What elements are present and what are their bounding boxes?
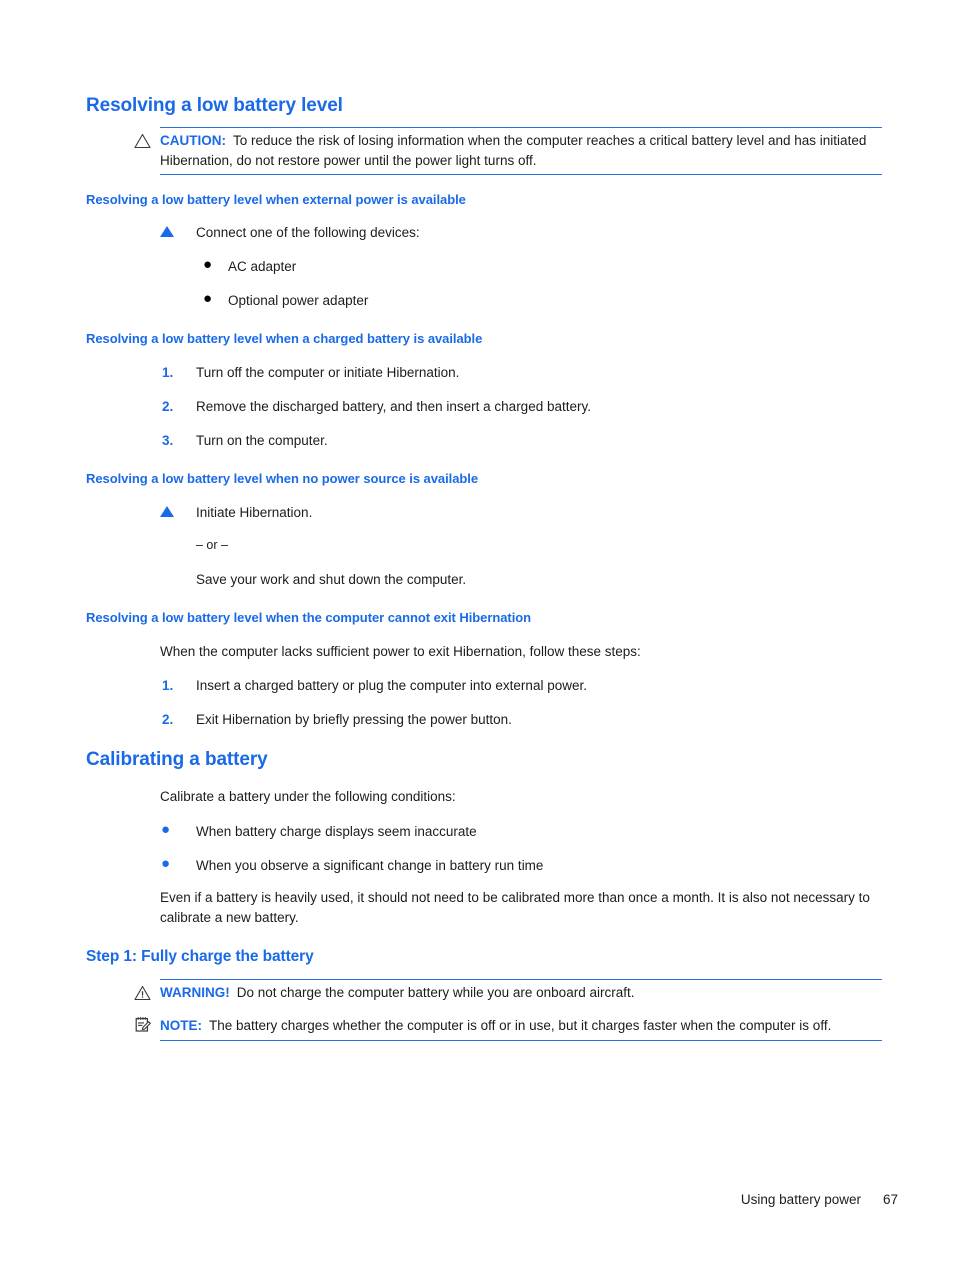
note-bottom-rule — [160, 1039, 882, 1041]
subheading-charged-battery: Resolving a low battery level when a cha… — [86, 331, 483, 346]
bullet-icon: ● — [203, 290, 213, 307]
list-item: Optional power adapter — [228, 293, 369, 308]
list-number: 2. — [162, 712, 174, 727]
subheading-no-power-source: Resolving a low battery level when no po… — [86, 471, 479, 486]
subheading-step-1: Step 1: Fully charge the battery — [86, 948, 314, 965]
paragraph: When the computer lacks sufficient power… — [160, 644, 641, 659]
list-number: 1. — [162, 365, 174, 380]
bullet-icon: ● — [203, 256, 213, 273]
triangle-bullet-icon — [160, 226, 174, 237]
list-number: 2. — [162, 399, 174, 414]
page-title: Resolving a low battery level — [86, 95, 343, 116]
page-number: 67 — [882, 1192, 898, 1207]
or-separator: – or – — [196, 538, 228, 552]
subheading-external-power: Resolving a low battery level when exter… — [86, 192, 466, 207]
subheading-cannot-exit-hibernation: Resolving a low battery level when the c… — [86, 610, 532, 625]
warning-triangle-icon — [134, 985, 151, 1001]
list-item: Turn on the computer. — [196, 433, 328, 448]
list-item: When battery charge displays seem inaccu… — [196, 824, 477, 839]
list-item: AC adapter — [228, 259, 297, 274]
caution-triangle-icon — [134, 133, 151, 149]
paragraph: Calibrate a battery under the following … — [160, 789, 456, 804]
running-head: Using battery power — [740, 1192, 861, 1207]
note-label: NOTE: — [160, 1018, 202, 1033]
note-body: NOTE: The battery charges whether the com… — [135, 1013, 882, 1040]
bullet-icon: ● — [161, 855, 171, 872]
note-admonition: NOTE: The battery charges whether the com… — [135, 1013, 882, 1041]
section-heading-calibrating-a-battery: Calibrating a battery — [86, 749, 268, 770]
caution-text: To reduce the risk of losing information… — [160, 133, 867, 168]
note-pad-icon — [134, 1016, 151, 1032]
triangle-bullet-icon — [160, 506, 174, 517]
caution-bottom-rule — [160, 174, 882, 175]
list-number: 3. — [162, 433, 174, 448]
note-text: The battery charges whether the computer… — [209, 1018, 832, 1033]
warning-text: Do not charge the computer battery while… — [236, 985, 635, 1000]
alternate-option: Save your work and shut down the compute… — [196, 572, 467, 587]
list-item: Turn off the computer or initiate Hibern… — [196, 365, 460, 380]
list-number: 1. — [162, 678, 174, 693]
list-item: When you observe a significant change in… — [196, 858, 544, 873]
caution-admonition: CAUTION: To reduce the risk of losing inf… — [134, 127, 882, 175]
page-footer: Using battery power 67 — [0, 1192, 898, 1207]
list-item: Remove the discharged battery, and then … — [196, 399, 591, 414]
bullet-icon: ● — [161, 821, 171, 838]
warning-label: WARNING! — [160, 985, 230, 1000]
list-item: Initiate Hibernation. — [196, 505, 313, 520]
paragraph: Even if a battery is heavily used, it sh… — [160, 890, 870, 925]
list-item: Connect one of the following devices: — [196, 225, 420, 240]
document-page: Resolving a low battery level CAUTION: To… — [0, 0, 954, 1270]
caution-label: CAUTION: — [160, 133, 226, 148]
warning-admonition: WARNING! Do not charge the computer batte… — [134, 979, 882, 1007]
caution-body: CAUTION: To reduce the risk of losing inf… — [134, 128, 882, 174]
warning-body: WARNING! Do not charge the computer batte… — [134, 980, 882, 1007]
list-item: Insert a charged battery or plug the com… — [196, 678, 587, 693]
list-item: Exit Hibernation by briefly pressing the… — [196, 712, 512, 727]
